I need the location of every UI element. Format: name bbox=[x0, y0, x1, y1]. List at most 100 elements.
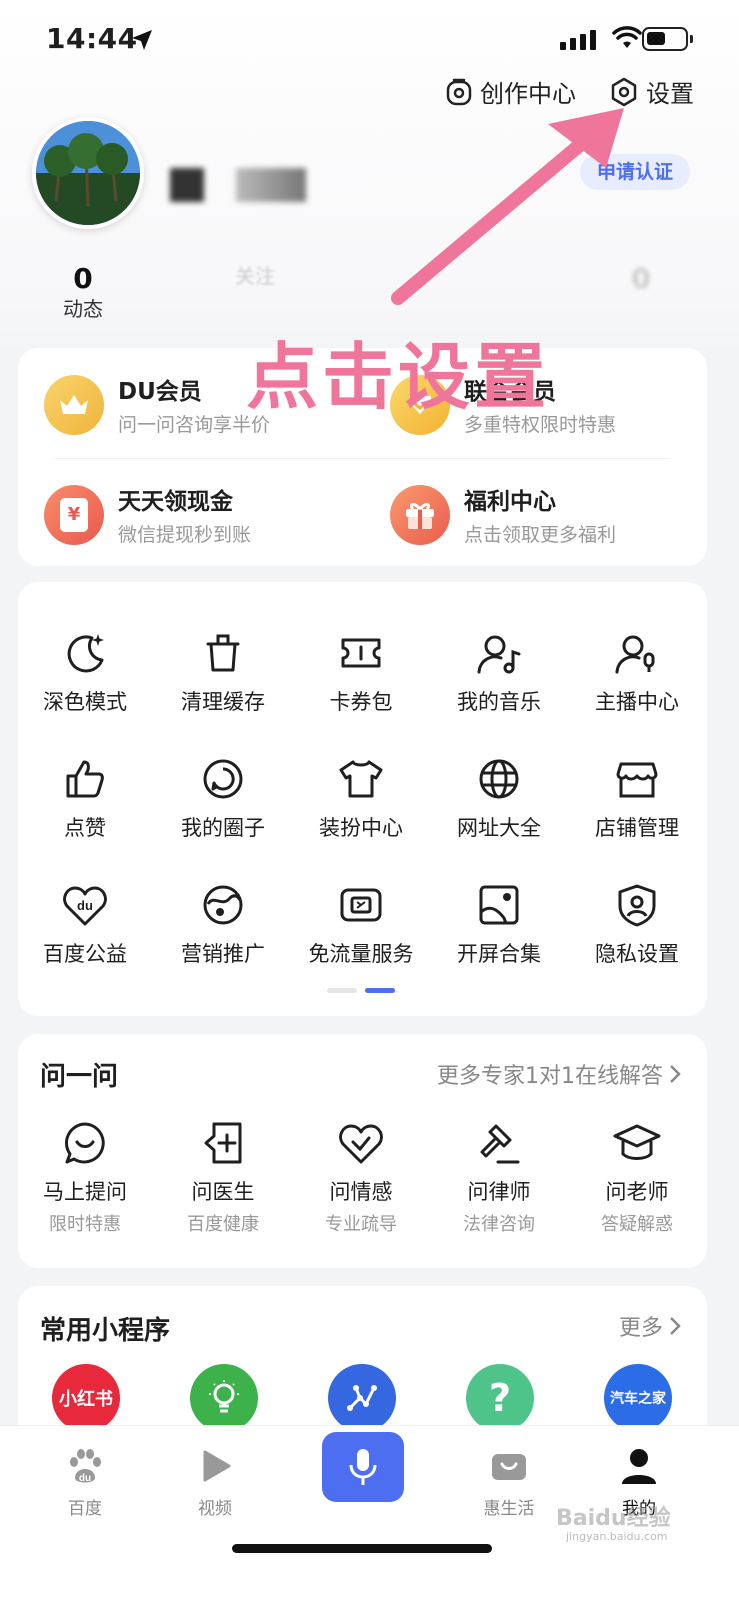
tool-privacy-settings[interactable]: 隐私设置 bbox=[568, 858, 706, 968]
ask-teacher[interactable]: 问老师 答疑解惑 bbox=[568, 1120, 706, 1236]
settings-button[interactable]: 设置 bbox=[610, 74, 694, 109]
question-icon[interactable]: ? bbox=[466, 1364, 534, 1432]
ask-lawyer[interactable]: 问律师 法律咨询 bbox=[430, 1120, 568, 1236]
mic-icon bbox=[349, 1449, 377, 1485]
tool-marketing[interactable]: 营销推广 bbox=[154, 858, 292, 968]
heart-du-icon: du bbox=[63, 886, 107, 926]
autohome-icon[interactable]: 汽车之家 bbox=[604, 1364, 672, 1432]
globe-icon bbox=[479, 759, 519, 799]
mini-programs-title: 常用小程序 bbox=[40, 1316, 171, 1346]
username-redacted bbox=[170, 168, 204, 202]
ask-more-label: 更多专家1对1在线解答 bbox=[437, 1064, 663, 1089]
creator-center-label: 创作中心 bbox=[480, 80, 576, 108]
ask-doctor[interactable]: 问医生 百度健康 bbox=[154, 1120, 292, 1236]
tool-url-directory[interactable]: 网址大全 bbox=[430, 732, 568, 842]
baidu-paw-icon: du bbox=[70, 1449, 101, 1484]
palm-tree-photo bbox=[36, 121, 140, 225]
circle-icon bbox=[203, 759, 243, 799]
creator-center-link[interactable]: 创作中心 bbox=[446, 74, 576, 109]
tool-likes[interactable]: 点赞 bbox=[16, 732, 154, 842]
wifi-icon bbox=[612, 26, 642, 48]
tab-video[interactable]: 视频 bbox=[160, 1446, 270, 1519]
stat-label: 动态 bbox=[63, 297, 103, 321]
svg-text:du: du bbox=[77, 898, 93, 913]
ask-emotion[interactable]: 问情感 专业疏导 bbox=[292, 1120, 430, 1236]
ask-label: 问律师 bbox=[467, 1180, 531, 1204]
anchor-icon bbox=[615, 635, 655, 674]
cellular-signal-icon bbox=[560, 30, 596, 50]
home-indicator[interactable] bbox=[232, 1544, 492, 1553]
annotation-text: 点击设置 bbox=[246, 335, 551, 419]
page-indicator[interactable] bbox=[327, 988, 395, 993]
medical-icon bbox=[204, 1122, 242, 1164]
chat-icon bbox=[65, 1122, 105, 1164]
tool-label: 免流量服务 bbox=[308, 942, 414, 966]
bulb-icon[interactable] bbox=[190, 1364, 258, 1432]
tool-label: 营销推广 bbox=[181, 942, 265, 966]
stat-following[interactable]: 关注 bbox=[190, 262, 320, 289]
xiaohongshu-icon[interactable]: 小红书 bbox=[52, 1364, 120, 1432]
tab-label: 视频 bbox=[198, 1499, 232, 1519]
tab-life[interactable]: 惠生活 bbox=[454, 1446, 564, 1519]
tool-label: 装扮中心 bbox=[319, 816, 403, 840]
ask-more-link[interactable]: 更多专家1对1在线解答 bbox=[437, 1058, 681, 1090]
stat-label: 关注 bbox=[235, 264, 275, 288]
shield-user-icon bbox=[618, 884, 656, 927]
stat-value: 0 bbox=[73, 262, 93, 295]
vip-title: 福利中心 bbox=[464, 489, 556, 515]
ask-label: 问老师 bbox=[605, 1180, 669, 1204]
vip-subtitle: 点击领取更多福利 bbox=[464, 524, 617, 546]
tool-shop-management[interactable]: 店铺管理 bbox=[568, 732, 706, 842]
welfare-center-item[interactable]: 福利中心点击领取更多福利 bbox=[390, 482, 616, 547]
page-dot-active[interactable] bbox=[365, 988, 395, 993]
graduation-cap-icon bbox=[613, 1124, 661, 1160]
svg-text:du: du bbox=[79, 1473, 91, 1484]
tool-label: 百度公益 bbox=[43, 942, 127, 966]
tool-my-circles[interactable]: 我的圈子 bbox=[154, 732, 292, 842]
user-icon bbox=[622, 1449, 656, 1484]
tool-label: 点赞 bbox=[64, 816, 106, 840]
mini-programs-more-link[interactable]: 更多 bbox=[619, 1310, 681, 1342]
tool-label: 卡券包 bbox=[329, 690, 393, 714]
du-vip-item[interactable]: DU会员 问一问咨询享半价 bbox=[44, 372, 270, 437]
gavel-icon bbox=[480, 1124, 520, 1164]
stat-posts[interactable]: 0 动态 bbox=[18, 262, 148, 322]
tool-label: 开屏合集 bbox=[457, 942, 541, 966]
ask-label: 马上提问 bbox=[43, 1180, 127, 1204]
location-arrow-icon bbox=[132, 30, 152, 50]
crown-icon bbox=[44, 374, 104, 435]
watermark: Baidu经验 bbox=[556, 1506, 671, 1531]
music-icon bbox=[477, 635, 521, 674]
tool-dark-mode[interactable]: 深色模式 bbox=[16, 606, 154, 716]
network-icon[interactable] bbox=[328, 1364, 396, 1432]
tool-data-free[interactable]: 免流量服务 bbox=[292, 858, 430, 968]
apply-verification-button[interactable]: 申请认证 bbox=[580, 154, 690, 190]
avatar[interactable] bbox=[32, 117, 144, 229]
settings-icon bbox=[611, 77, 637, 106]
ask-subtitle: 答疑解惑 bbox=[601, 1214, 673, 1235]
creator-center-icon bbox=[446, 78, 472, 105]
tab-baidu[interactable]: du 百度 bbox=[30, 1446, 140, 1519]
ask-subtitle: 百度健康 bbox=[187, 1214, 259, 1235]
ask-subtitle: 专业疏导 bbox=[325, 1214, 397, 1235]
tab-label: 惠生活 bbox=[483, 1499, 535, 1519]
divider bbox=[54, 458, 671, 459]
tool-splash-collection[interactable]: 开屏合集 bbox=[430, 858, 568, 968]
stat-visitors[interactable]: 0 bbox=[576, 262, 706, 295]
trash-icon bbox=[206, 634, 240, 672]
ask-subtitle: 限时特惠 bbox=[49, 1214, 121, 1235]
daily-cash-item[interactable]: ¥ 天天领现金 微信提现秒到账 bbox=[44, 482, 251, 547]
cash-icon: ¥ bbox=[44, 484, 104, 545]
tool-anchor-center[interactable]: 主播中心 bbox=[568, 606, 706, 716]
page-dot[interactable] bbox=[327, 988, 357, 993]
tool-clear-cache[interactable]: 清理缓存 bbox=[154, 606, 292, 716]
tool-label: 深色模式 bbox=[43, 690, 127, 714]
tool-label: 我的音乐 bbox=[457, 690, 541, 714]
tool-coupons[interactable]: 卡券包 bbox=[292, 606, 430, 716]
voice-search-button[interactable] bbox=[322, 1432, 404, 1502]
tool-dress-up[interactable]: 装扮中心 bbox=[292, 732, 430, 842]
tool-my-music[interactable]: 我的音乐 bbox=[430, 606, 568, 716]
tool-baidu-charity[interactable]: du 百度公益 bbox=[16, 858, 154, 968]
battery-icon bbox=[642, 27, 693, 51]
ask-quick-question[interactable]: 马上提问 限时特惠 bbox=[16, 1120, 154, 1236]
